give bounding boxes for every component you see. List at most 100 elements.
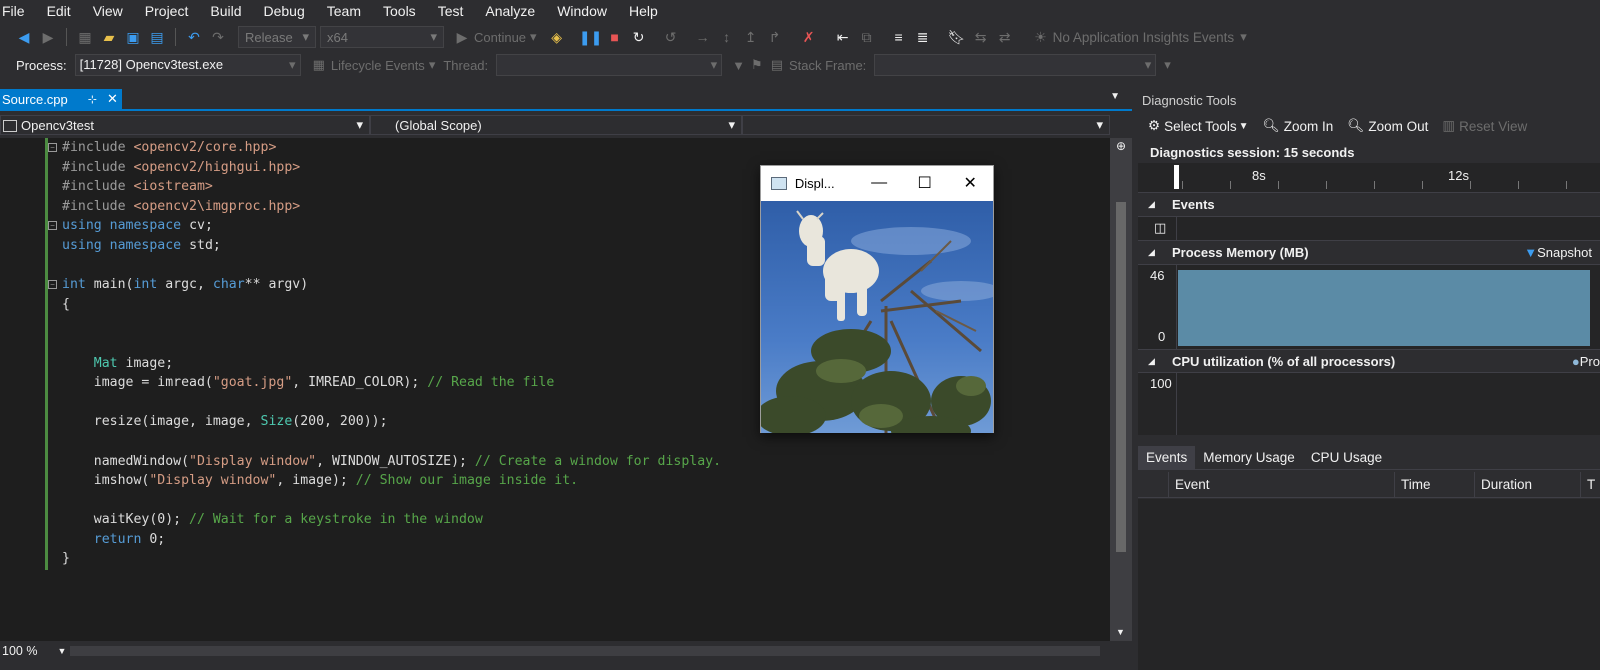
step-out-icon[interactable]: ↥ — [741, 27, 761, 47]
zoom-dropdown-icon[interactable]: ▼ — [57, 646, 66, 656]
zoom-in-button[interactable]: 🔍︎ Zoom In — [1263, 118, 1334, 134]
tab-cpu-usage[interactable]: CPU Usage — [1303, 446, 1390, 469]
code-line[interactable] — [62, 393, 721, 413]
cpu-utilization-chart[interactable]: 100 — [1138, 373, 1600, 435]
menu-analyze[interactable]: Analyze — [485, 3, 543, 19]
insights-dropdown-icon[interactable]: ▾ — [1240, 29, 1247, 45]
breakpoints-icon[interactable]: ✗ — [799, 27, 819, 47]
pause-icon[interactable]: ❚❚ — [579, 27, 602, 47]
fold-toggle-icon[interactable]: − — [48, 280, 57, 289]
hot-reload-icon[interactable]: ↺ — [661, 27, 681, 47]
code-line[interactable]: image = imread("goat.jpg", IMREAD_COLOR)… — [62, 373, 721, 393]
scroll-down-icon[interactable]: ▼ — [1116, 627, 1125, 637]
select-tools-button[interactable]: ⚙ Select Tools ▼ — [1148, 118, 1249, 134]
menu-team[interactable]: Team — [327, 3, 369, 19]
attach-icon[interactable]: ◈ — [547, 27, 567, 47]
code-line[interactable]: using namespace std; — [62, 236, 721, 256]
thread-dropdown[interactable]: ▾ — [496, 54, 723, 76]
redo-icon[interactable]: ↷ — [208, 27, 228, 47]
open-folder-icon[interactable]: ▰ — [99, 27, 119, 47]
code-line[interactable] — [62, 334, 721, 354]
column-event[interactable]: Event — [1168, 471, 1394, 498]
code-line[interactable]: waitKey(0); // Wait for a keystroke in t… — [62, 510, 721, 530]
reset-view-button[interactable]: ▥ Reset View — [1442, 118, 1527, 134]
close-window-icon[interactable]: ✕ — [947, 173, 993, 193]
collapse-icon[interactable]: ◢ — [1148, 356, 1160, 367]
close-tab-icon[interactable]: ✕ — [107, 91, 118, 107]
code-line[interactable]: } — [62, 549, 721, 569]
uncomment-icon[interactable]: ≣ — [913, 27, 933, 47]
process-memory-chart[interactable]: 46 0 — [1138, 265, 1600, 349]
editor-horizontal-scrollbar[interactable] — [70, 646, 1100, 656]
column-time[interactable]: Time — [1394, 471, 1474, 498]
save-all-icon[interactable]: ▤ — [147, 27, 167, 47]
display-window[interactable]: Displ... — ☐ ✕ — [760, 165, 994, 433]
lifecycle-dropdown-icon[interactable]: ▾ — [429, 57, 436, 73]
code-line[interactable] — [62, 314, 721, 334]
process-dropdown[interactable]: [11728] Opencv3test.exe ▾ — [74, 54, 301, 76]
tab-source-cpp[interactable]: Source.cpp ⊹ ✕ — [0, 89, 122, 109]
timeline-ruler[interactable]: 8s 12s — [1138, 163, 1600, 193]
timeline-handle[interactable] — [1174, 165, 1179, 189]
pin-icon[interactable]: ⊹ — [88, 93, 97, 106]
bookmark-prev-icon[interactable]: ⇆ — [971, 27, 991, 47]
zoom-out-button[interactable]: 🔍︎ Zoom Out — [1347, 118, 1428, 134]
bookmark-indent-icon[interactable]: ⇤ — [833, 27, 853, 47]
tab-memory-usage[interactable]: Memory Usage — [1195, 446, 1303, 469]
code-line[interactable]: int main(int argc, char** argv) — [62, 275, 721, 295]
configuration-dropdown[interactable]: Release ▾ — [238, 26, 316, 48]
code-line[interactable]: { — [62, 295, 721, 315]
collapse-icon[interactable]: ◢ — [1148, 199, 1160, 210]
restart-icon[interactable]: ↻ — [629, 27, 649, 47]
scrollbar-thumb[interactable] — [1116, 202, 1126, 552]
member-dropdown[interactable]: ▾ — [742, 115, 1110, 135]
menu-test[interactable]: Test — [438, 3, 472, 19]
process-memory-header[interactable]: ◢ Process Memory (MB) ▼Snapshot — [1138, 241, 1600, 265]
fold-toggle-icon[interactable]: − — [48, 143, 57, 152]
menu-window[interactable]: Window — [557, 3, 615, 19]
code-line[interactable] — [62, 491, 721, 511]
play-icon[interactable]: ▶ — [452, 27, 472, 47]
step-over-icon[interactable]: ↕ — [717, 27, 737, 47]
code-line[interactable]: #include <opencv2/highgui.hpp> — [62, 158, 721, 178]
minimize-icon[interactable]: — — [856, 174, 902, 192]
column-thread[interactable]: T — [1580, 471, 1600, 498]
code-line[interactable]: return 0; — [62, 530, 721, 550]
lifecycle-events-dropdown[interactable]: Lifecycle Events — [331, 58, 425, 73]
events-section-header[interactable]: ◢ Events — [1138, 193, 1600, 217]
editor-vertical-scrollbar[interactable]: ⊕ ▼ — [1110, 138, 1132, 641]
menu-edit[interactable]: Edit — [47, 3, 79, 19]
collapse-icon[interactable]: ◢ — [1148, 247, 1160, 258]
comment-icon[interactable]: ≡ — [889, 27, 909, 47]
tab-list-dropdown-icon[interactable]: ▼ — [1110, 91, 1120, 102]
project-dropdown[interactable]: Opencv3test ▾ — [0, 115, 370, 135]
bookmark-icon[interactable]: 🔖︎ — [947, 27, 967, 47]
maximize-icon[interactable]: ☐ — [902, 173, 948, 193]
tab-events[interactable]: Events — [1138, 446, 1196, 469]
code-line[interactable]: namedWindow("Display window", WINDOW_AUT… — [62, 452, 721, 472]
code-line[interactable]: using namespace cv; — [62, 216, 721, 236]
pause-events-icon[interactable]: ◫ — [1154, 220, 1166, 236]
code-line[interactable] — [62, 256, 721, 276]
code-text[interactable]: #include <opencv2/core.hpp> #include <ope… — [62, 138, 721, 569]
zoom-level[interactable]: 100 % — [2, 644, 37, 658]
cpu-utilization-header[interactable]: ◢ CPU utilization (% of all processors) ●… — [1138, 349, 1600, 373]
code-line[interactable]: imshow("Display window", image); // Show… — [62, 471, 721, 491]
copy-icon[interactable]: ⧉ — [857, 27, 877, 47]
filter-icon[interactable]: ▼ — [732, 58, 745, 73]
new-project-icon[interactable]: ▦ — [75, 27, 95, 47]
split-icon[interactable]: ⊕ — [1110, 138, 1132, 153]
menu-build[interactable]: Build — [210, 3, 249, 19]
display-window-titlebar[interactable]: Displ... — ☐ ✕ — [761, 166, 993, 200]
save-icon[interactable]: ▣ — [123, 27, 143, 47]
menu-file[interactable]: File — [2, 3, 33, 19]
code-line[interactable]: resize(image, image, Size(200, 200)); — [62, 412, 721, 432]
menu-debug[interactable]: Debug — [264, 3, 313, 19]
show-next-icon[interactable]: ↱ — [765, 27, 785, 47]
back-icon[interactable]: ◀ — [14, 27, 34, 47]
code-line[interactable]: #include <opencv2\imgproc.hpp> — [62, 197, 721, 217]
flag-threads-icon[interactable]: ⚑ — [751, 57, 763, 73]
events-table-body[interactable] — [1138, 499, 1600, 670]
code-line[interactable]: #include <iostream> — [62, 177, 721, 197]
code-line[interactable]: Mat image; — [62, 354, 721, 374]
